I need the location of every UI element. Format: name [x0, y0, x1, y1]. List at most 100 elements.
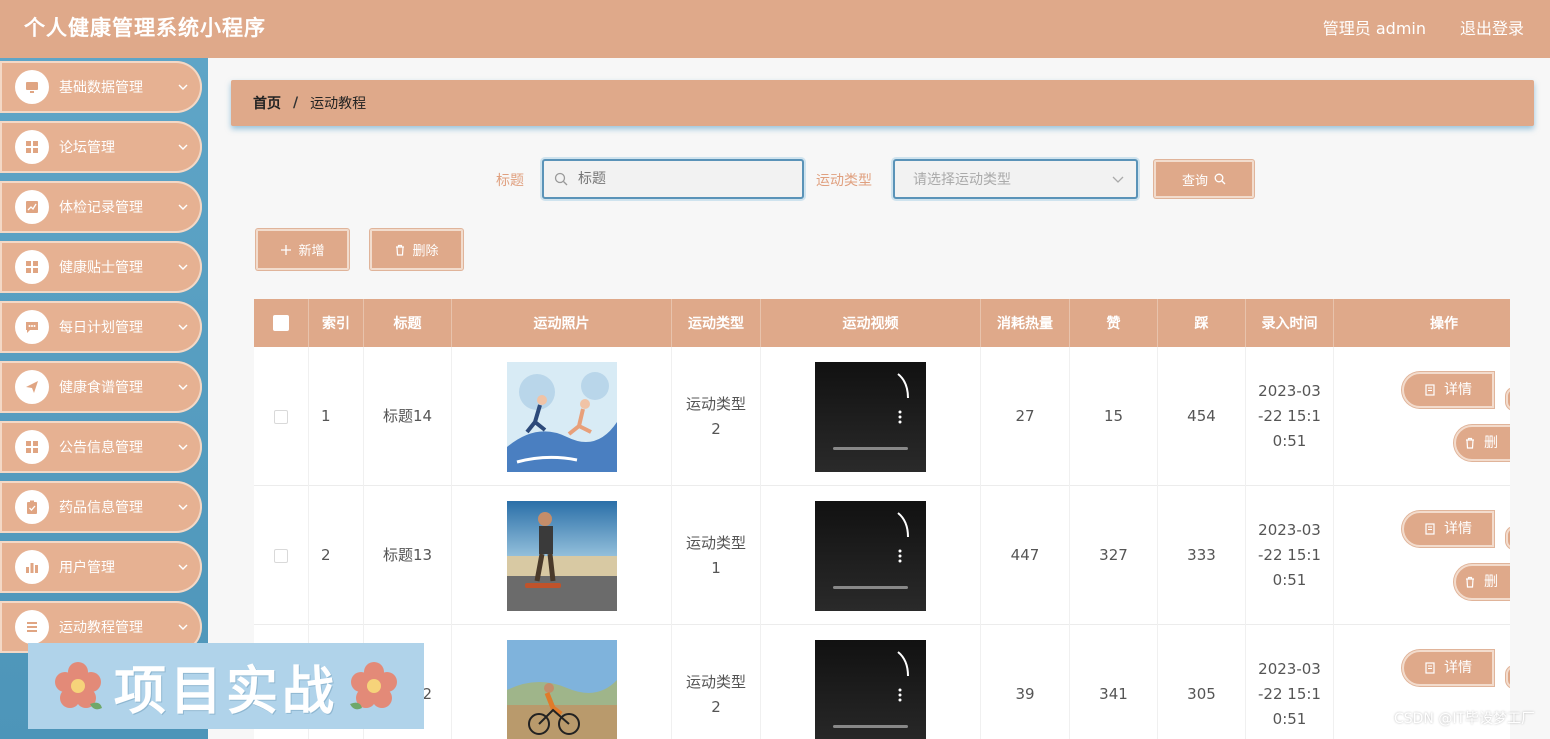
- row-delete-button[interactable]: 删: [1454, 425, 1510, 461]
- column-header: 踩: [1158, 299, 1246, 347]
- query-button[interactable]: 查询: [1154, 160, 1254, 198]
- grid-icon: [15, 250, 49, 284]
- column-header: 消耗热量: [981, 299, 1070, 347]
- type-number: 2: [711, 419, 721, 438]
- delete-button-label: 删除: [412, 244, 439, 259]
- time-line: 2023-03: [1258, 521, 1321, 539]
- column-header: 索引: [309, 299, 364, 347]
- sidebar-item-drugs[interactable]: 药品信息管理: [0, 481, 202, 533]
- sidebar-item-checkup[interactable]: 体检记录管理: [0, 181, 202, 233]
- actions-cell: 详情 删: [1334, 486, 1510, 625]
- type-select-placeholder: 请选择运动类型: [913, 172, 1011, 188]
- table-row: 2 标题13 运动类型 1 447 327 333 2023-03 -22 15…: [254, 486, 1510, 625]
- edit-button-partial[interactable]: [1506, 388, 1510, 410]
- row-checkbox[interactable]: [274, 548, 288, 563]
- skateboard-photo[interactable]: [506, 500, 617, 611]
- chevron-down-icon: [178, 204, 188, 210]
- title-search-input[interactable]: [578, 171, 778, 187]
- title-filter-label: 标题: [496, 173, 524, 189]
- detail-button[interactable]: 详情: [1402, 372, 1494, 408]
- chevron-down-icon: [178, 444, 188, 450]
- sidebar-item-label: 健康食谱管理: [59, 380, 143, 396]
- main-content: 首页 / 运动教程 标题 运动类型 请选择运动类型 查询 新增 删除 索引 标题…: [208, 58, 1550, 739]
- document-icon: [1425, 523, 1435, 535]
- monitor-icon: [15, 70, 49, 104]
- column-header: 录入时间: [1246, 299, 1334, 347]
- top-bar: 个人健康管理系统小程序 管理员 admin 退出登录: [0, 0, 1550, 58]
- type-select[interactable]: 请选择运动类型: [893, 159, 1138, 199]
- chevron-down-icon: [178, 624, 188, 630]
- time-line: -22 15:1: [1258, 685, 1321, 703]
- type-cell: 运动类型 2: [672, 347, 761, 486]
- video-cell: [761, 486, 981, 625]
- sidebar-item-daily-plan[interactable]: 每日计划管理: [0, 301, 202, 353]
- row-checkbox[interactable]: [274, 409, 288, 424]
- more-icon: [898, 549, 902, 562]
- more-icon: [898, 410, 902, 423]
- video-progress-bar[interactable]: [833, 446, 908, 450]
- plus-icon: [281, 244, 292, 255]
- actions-cell: 详情 删: [1334, 347, 1510, 486]
- grid-icon: [15, 130, 49, 164]
- running-illustration[interactable]: [506, 361, 617, 472]
- sidebar-item-label: 用户管理: [59, 560, 115, 576]
- breadcrumb-home[interactable]: 首页: [253, 93, 281, 113]
- title-cell: 标题14: [364, 347, 452, 486]
- video-progress-bar[interactable]: [833, 724, 908, 728]
- sidebar-item-users[interactable]: 用户管理: [0, 541, 202, 593]
- chevron-down-icon: [178, 564, 188, 570]
- sidebar-item-label: 运动教程管理: [59, 620, 143, 636]
- select-all-checkbox[interactable]: [273, 315, 289, 331]
- time-cell: 2023-03 -22 15:1 0:51: [1246, 625, 1334, 739]
- column-header: 运动照片: [452, 299, 672, 347]
- time-cell: 2023-03 -22 15:1 0:51: [1246, 347, 1334, 486]
- sidebar-item-recipes[interactable]: 健康食谱管理: [0, 361, 202, 413]
- column-header: 运动视频: [761, 299, 981, 347]
- video-player[interactable]: [815, 639, 926, 739]
- edit-button-partial[interactable]: [1506, 527, 1510, 549]
- send-icon: [15, 370, 49, 404]
- time-line: 2023-03: [1258, 660, 1321, 678]
- sidebar-item-basic-data[interactable]: 基础数据管理: [0, 61, 202, 113]
- cycling-photo[interactable]: [506, 639, 617, 739]
- chart-icon: [15, 190, 49, 224]
- delete-button[interactable]: 删除: [370, 229, 463, 270]
- detail-button-label: 详情: [1444, 381, 1472, 398]
- list-icon: [15, 610, 49, 644]
- index-cell: 1: [309, 347, 364, 486]
- table-header: 索引 标题 运动照片 运动类型 运动视频 消耗热量 赞 踩 录入时间 操作: [254, 299, 1510, 347]
- banner-text: 项目实战: [113, 661, 338, 722]
- row-delete-button[interactable]: 删: [1454, 564, 1510, 600]
- type-filter-label: 运动类型: [816, 173, 872, 189]
- likes-cell: 15: [1070, 347, 1158, 486]
- edit-button-partial[interactable]: [1506, 666, 1510, 688]
- time-line: 0:51: [1272, 432, 1307, 450]
- chevron-down-icon: [178, 504, 188, 510]
- likes-cell: 341: [1070, 625, 1158, 739]
- row-delete-label: 删: [1484, 573, 1498, 590]
- add-button[interactable]: 新增: [256, 229, 349, 270]
- title-search-field[interactable]: [542, 159, 804, 199]
- sidebar-item-forum[interactable]: 论坛管理: [0, 121, 202, 173]
- time-line: -22 15:1: [1258, 546, 1321, 564]
- detail-button[interactable]: 详情: [1402, 511, 1494, 547]
- watermark: CSDN @IT毕设梦工厂: [1393, 711, 1535, 727]
- table-row: 1 标题14 运动类型 2 27 15 454 2023-03 -22 15:1…: [254, 347, 1510, 486]
- video-player[interactable]: [815, 500, 926, 611]
- video-player[interactable]: [815, 361, 926, 472]
- logout-link[interactable]: 退出登录: [1460, 15, 1524, 39]
- video-progress-bar[interactable]: [833, 585, 908, 589]
- type-text: 运动类型: [685, 672, 746, 691]
- column-header: 运动类型: [672, 299, 761, 347]
- calories-cell: 27: [981, 347, 1070, 486]
- sidebar-item-notices[interactable]: 公告信息管理: [0, 421, 202, 473]
- sidebar-item-health-tips[interactable]: 健康贴士管理: [0, 241, 202, 293]
- time-line: 0:51: [1272, 571, 1307, 589]
- app-title: 个人健康管理系统小程序: [24, 16, 266, 40]
- message-icon: [15, 310, 49, 344]
- calories-cell: 447: [981, 486, 1070, 625]
- detail-button[interactable]: 详情: [1402, 650, 1494, 686]
- likes-cell: 327: [1070, 486, 1158, 625]
- type-cell: 运动类型 2: [672, 625, 761, 739]
- trash-icon: [1466, 576, 1474, 588]
